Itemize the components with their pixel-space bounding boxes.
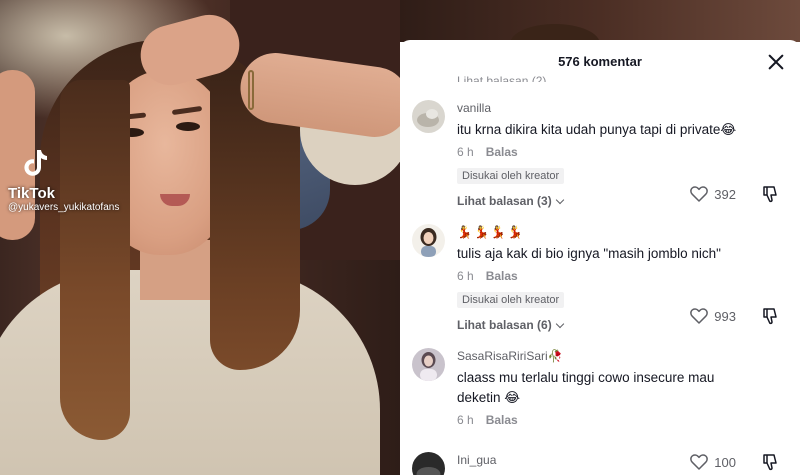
like-count: 392 [714,186,736,202]
liked-by-creator-badge: Disukai oleh kreator [457,168,565,184]
person-eye [176,122,200,131]
video-frame[interactable]: TikTok @yukavers_yukikatofans [0,0,400,475]
heart-icon [690,308,709,324]
comment-count-title: 576 komentar [558,54,642,69]
comment-body: SasaRisaRiriSari🥀 claass mu terlalu ting… [457,348,747,428]
like-button[interactable]: 993 [690,308,736,324]
tiktok-logo-icon [24,150,47,176]
dislike-icon[interactable] [762,186,778,204]
avatar[interactable] [412,452,445,475]
tiktok-watermark: TikTok @yukavers_yukikatofans [8,148,119,214]
comment-username[interactable]: vanilla [457,100,747,116]
view-replies-label: Lihat balasan (3) [457,194,552,208]
avatar[interactable] [412,348,445,381]
close-icon[interactable] [766,52,786,72]
bracelet [248,70,254,110]
comment-meta: 6 h Balas [457,412,747,428]
liked-by-creator-badge: Disukai oleh kreator [457,292,565,308]
comment-meta: 6 h Balas [457,144,747,160]
avatar[interactable] [412,100,445,133]
view-replies-label: Lihat balasan (6) [457,318,552,332]
comment-username[interactable]: SasaRisaRiriSari🥀 [457,348,747,364]
chevron-down-icon [555,319,564,328]
view-replies-link[interactable]: Lihat balasan (2) [457,74,546,82]
like-button[interactable]: 392 [690,186,736,202]
comment-username[interactable]: Ini_gua [457,452,747,468]
like-count: 993 [714,308,736,324]
comment-time: 6 h [457,145,474,159]
chevron-down-icon [555,195,564,204]
comment-time: 6 h [457,269,474,283]
reply-button[interactable]: Balas [486,412,518,428]
reply-button[interactable]: Balas [486,268,518,284]
comment-text: tulis aja kak di bio ignya "masih jomblo… [457,246,721,261]
creator-handle: @yukavers_yukikatofans [8,202,120,213]
comment-text: itu krna dikira kita udah punya tapi di … [457,122,737,137]
reply-button[interactable]: Balas [486,144,518,160]
heart-icon [690,186,709,202]
comments-panel: 576 komentar Lihat balasan (2) vanilla i… [400,0,800,475]
video-peek [400,0,800,64]
avatar[interactable] [412,224,445,257]
comment-username[interactable]: 💃💃💃💃 [457,224,747,240]
dislike-icon[interactable] [762,308,778,326]
tiktok-brand-text: TikTok [8,185,55,202]
comment-meta: 6 h Balas [457,268,747,284]
comment-body: Ini_gua [457,452,747,468]
dislike-icon[interactable] [762,454,778,472]
comment-time: 6 h [457,413,474,427]
person-hair-strand [60,80,130,440]
person-shirt [0,270,380,475]
comment-text: claass mu terlalu tinggi cowo insecure m… [457,370,715,405]
comments-sheet: 576 komentar Lihat balasan (2) vanilla i… [400,40,800,475]
